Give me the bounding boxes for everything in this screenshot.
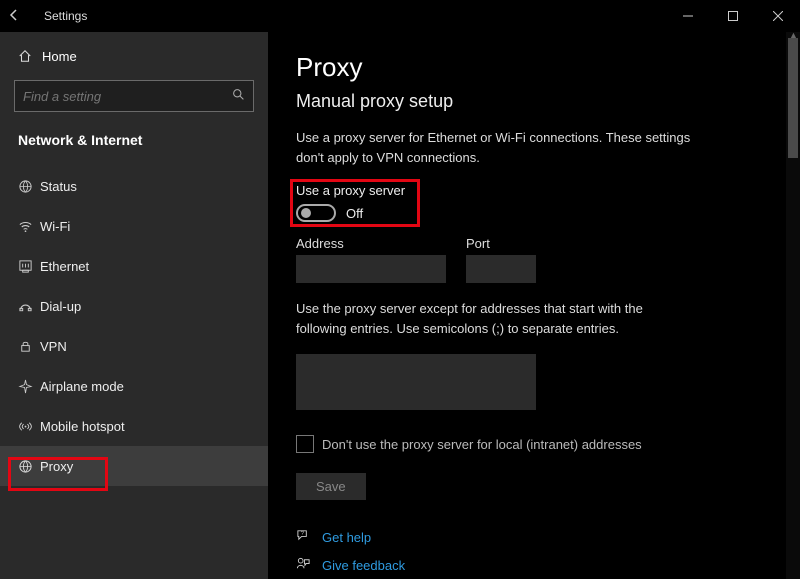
local-checkbox[interactable]	[296, 435, 314, 453]
airplane-icon	[18, 379, 40, 394]
status-icon	[18, 179, 40, 194]
scrollbar[interactable]: ▲	[786, 32, 800, 579]
give-feedback-link[interactable]: Give feedback	[322, 558, 405, 573]
sidebar: Home Network & Internet Status Wi-Fi Eth…	[0, 32, 268, 579]
titlebar: Settings	[0, 0, 800, 32]
annotation-toggle-highlight	[290, 179, 420, 227]
sidebar-item-ethernet[interactable]: Ethernet	[0, 246, 268, 286]
search-input[interactable]	[23, 89, 232, 104]
sidebar-item-label: Ethernet	[40, 259, 89, 274]
address-field[interactable]	[296, 255, 446, 283]
wifi-icon	[18, 219, 40, 234]
sidebar-item-wifi[interactable]: Wi-Fi	[0, 206, 268, 246]
sidebar-item-label: Mobile hotspot	[40, 419, 125, 434]
back-button[interactable]	[0, 8, 28, 25]
sidebar-item-vpn[interactable]: VPN	[0, 326, 268, 366]
sidebar-item-hotspot[interactable]: Mobile hotspot	[0, 406, 268, 446]
sidebar-section: Network & Internet	[0, 122, 268, 166]
svg-text:?: ?	[301, 531, 304, 537]
sidebar-item-label: Status	[40, 179, 77, 194]
annotation-proxy-highlight	[8, 457, 108, 491]
search-icon	[232, 88, 245, 104]
minimize-button[interactable]	[665, 0, 710, 32]
dialup-icon	[18, 299, 40, 314]
sidebar-item-status[interactable]: Status	[0, 166, 268, 206]
sidebar-home[interactable]: Home	[0, 36, 268, 76]
home-icon	[18, 49, 36, 63]
sidebar-item-airplane[interactable]: Airplane mode	[0, 366, 268, 406]
port-label: Port	[466, 236, 536, 251]
window-title: Settings	[44, 9, 87, 23]
close-button[interactable]	[755, 0, 800, 32]
section-title: Manual proxy setup	[296, 91, 772, 112]
sidebar-item-label: VPN	[40, 339, 67, 354]
feedback-icon	[296, 556, 312, 574]
scrollbar-thumb[interactable]	[788, 38, 798, 158]
page-title: Proxy	[296, 52, 772, 83]
vpn-icon	[18, 339, 40, 354]
exceptions-description: Use the proxy server except for addresse…	[296, 299, 656, 338]
ethernet-icon	[18, 259, 40, 274]
section-description: Use a proxy server for Ethernet or Wi-Fi…	[296, 128, 696, 167]
get-help-link[interactable]: Get help	[322, 530, 371, 545]
sidebar-item-label: Dial-up	[40, 299, 81, 314]
help-icon: ?	[296, 528, 312, 546]
maximize-button[interactable]	[710, 0, 755, 32]
exceptions-field[interactable]	[296, 354, 536, 410]
sidebar-home-label: Home	[42, 49, 77, 64]
sidebar-item-label: Airplane mode	[40, 379, 124, 394]
save-button[interactable]: Save	[296, 473, 366, 500]
sidebar-item-dialup[interactable]: Dial-up	[0, 286, 268, 326]
address-label: Address	[296, 236, 446, 251]
local-checkbox-label: Don't use the proxy server for local (in…	[322, 437, 642, 452]
content-pane: Proxy Manual proxy setup Use a proxy ser…	[268, 32, 800, 579]
sidebar-item-label: Wi-Fi	[40, 219, 70, 234]
search-box[interactable]	[14, 80, 254, 112]
port-field[interactable]	[466, 255, 536, 283]
hotspot-icon	[18, 419, 40, 434]
